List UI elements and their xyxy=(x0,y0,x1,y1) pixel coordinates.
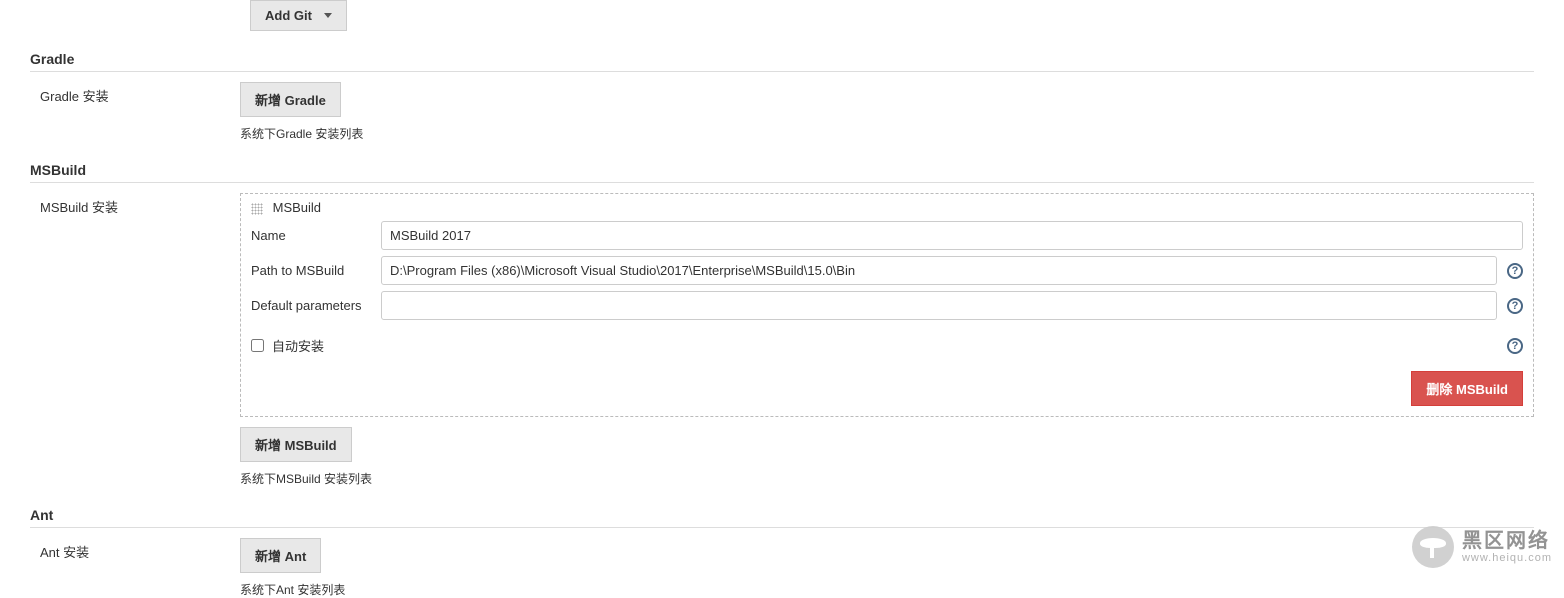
msbuild-desc: 系统下MSBuild 安装列表 xyxy=(240,470,1534,487)
msbuild-params-input[interactable] xyxy=(381,291,1497,320)
help-icon[interactable]: ? xyxy=(1507,263,1523,279)
gradle-install-label: Gradle 安装 xyxy=(30,82,240,105)
msbuild-path-label: Path to MSBuild xyxy=(251,263,371,278)
msbuild-params-label: Default parameters xyxy=(251,298,371,313)
add-gradle-button[interactable]: 新增 Gradle xyxy=(240,82,341,117)
section-title-ant: Ant xyxy=(30,501,1534,528)
gradle-desc: 系统下Gradle 安装列表 xyxy=(240,125,1534,142)
ant-install-label: Ant 安装 xyxy=(30,538,240,561)
msbuild-path-input[interactable] xyxy=(381,256,1497,285)
section-title-msbuild: MSBuild xyxy=(30,156,1534,183)
help-icon[interactable]: ? xyxy=(1507,338,1523,354)
msbuild-name-label: Name xyxy=(251,228,371,243)
add-git-dropdown[interactable]: Add Git xyxy=(250,0,347,31)
section-title-gradle: Gradle xyxy=(30,45,1534,72)
help-icon[interactable]: ? xyxy=(1507,298,1523,314)
msbuild-install-box: MSBuild Name Path to MSBuild ? Default p… xyxy=(240,193,1534,417)
auto-install-checkbox[interactable] xyxy=(251,339,264,352)
drag-handle-icon[interactable] xyxy=(251,203,263,215)
add-msbuild-button[interactable]: 新增 MSBuild xyxy=(240,427,352,462)
msbuild-box-title: MSBuild xyxy=(273,200,321,215)
ant-desc: 系统下Ant 安装列表 xyxy=(240,581,1534,598)
msbuild-install-label: MSBuild 安装 xyxy=(30,193,240,216)
add-git-label: Add Git xyxy=(265,8,312,23)
add-ant-button[interactable]: 新增 Ant xyxy=(240,538,321,573)
msbuild-name-input[interactable] xyxy=(381,221,1523,250)
auto-install-label: 自动安装 xyxy=(272,336,324,355)
chevron-down-icon xyxy=(324,13,332,18)
delete-msbuild-button[interactable]: 删除 MSBuild xyxy=(1411,371,1523,406)
